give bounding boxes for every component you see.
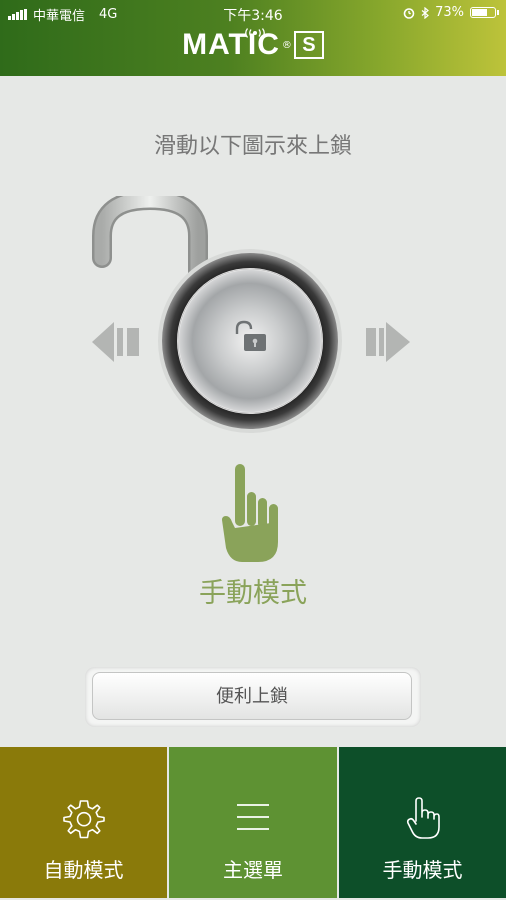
hand-pointer-icon xyxy=(406,797,440,839)
menu-icon xyxy=(237,804,269,830)
tab-manual-mode[interactable]: 手動模式 xyxy=(339,747,506,898)
app-header: 中華電信 4G 下午3:46 73% MATIC ® S xyxy=(0,0,506,76)
status-time: 下午3:46 xyxy=(223,8,283,24)
bottom-tab-bar: 自動模式 主選單 手動模式 xyxy=(0,747,506,900)
mode-title: 手動模式 xyxy=(199,578,307,609)
slide-left-arrow-icon xyxy=(92,322,139,362)
alarm-icon xyxy=(403,7,415,19)
slide-instruction: 滑動以下圖示來上鎖 xyxy=(153,134,352,159)
hand-gesture-icon xyxy=(222,464,278,562)
quick-lock-button[interactable]: 便利上鎖 xyxy=(92,672,412,720)
bluetooth-icon xyxy=(421,6,430,19)
lock-slider[interactable] xyxy=(70,196,430,436)
tab-manual-mode-label: 手動模式 xyxy=(382,858,463,882)
battery-percent: 73% xyxy=(435,5,464,20)
tab-auto-mode-label: 自動模式 xyxy=(43,858,124,882)
tab-main-menu-label: 主選單 xyxy=(223,858,283,882)
tab-auto-mode[interactable]: 自動模式 xyxy=(0,747,167,898)
gear-icon xyxy=(62,800,105,839)
slide-right-arrow-icon xyxy=(366,322,410,362)
quick-lock-frame: 便利上鎖 xyxy=(85,667,421,727)
lock-shackle xyxy=(92,196,208,286)
status-bar: 中華電信 4G 下午3:46 73% xyxy=(0,0,506,26)
battery-icon xyxy=(470,7,499,18)
brand-logo: MATIC ® S xyxy=(0,28,506,62)
tab-main-menu[interactable]: 主選單 xyxy=(169,747,337,898)
